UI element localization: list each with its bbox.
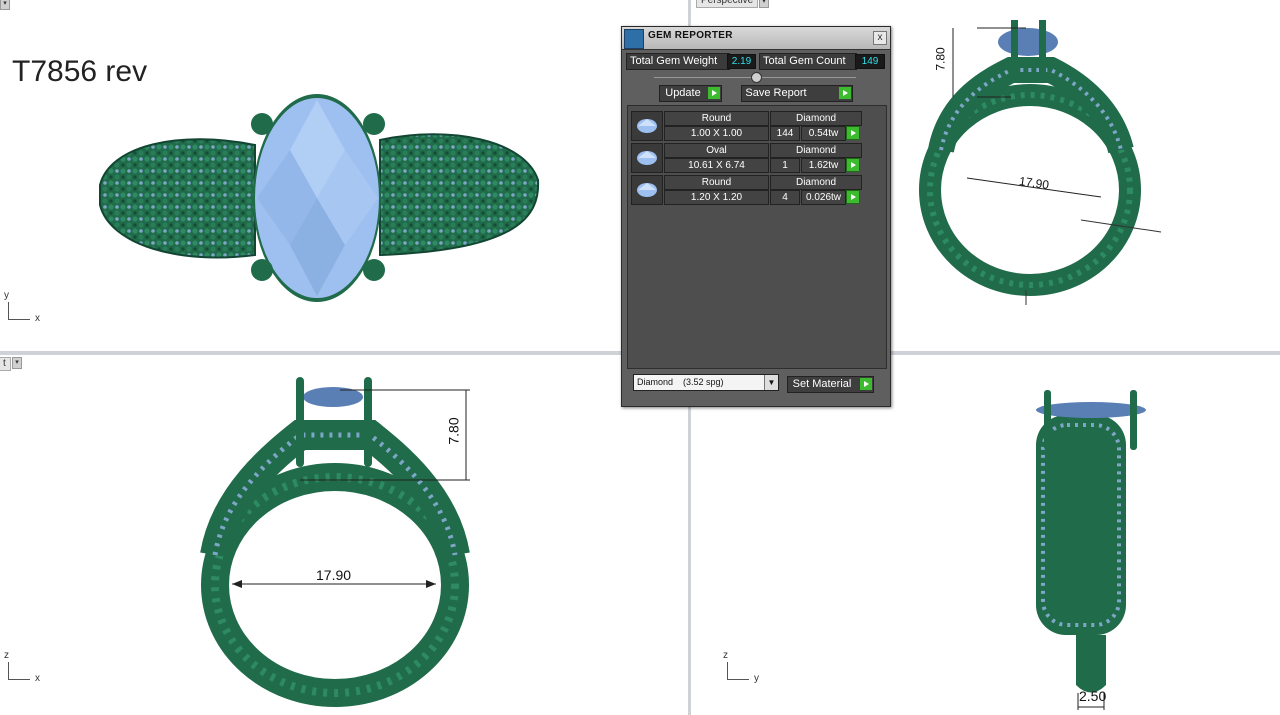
axis-x-label: x (35, 313, 40, 324)
gem-weight: 1.62tw (801, 158, 846, 173)
gem-shape: Oval (664, 143, 769, 158)
gem-shape: Round (664, 111, 769, 126)
save-report-button-label: Save Report (745, 87, 807, 99)
material-select-value: Diamond (3.52 spg) (637, 377, 724, 387)
dim-height-label: 7.80 (445, 417, 462, 445)
material-select[interactable]: Diamond (3.52 spg) ▼ (633, 374, 779, 391)
dim-width-label: 2.50 (1079, 688, 1107, 704)
axis-y-label: y (754, 673, 759, 684)
gem-reporter-title: GEM REPORTER (648, 30, 733, 41)
gem-weight: 0.54tw (801, 126, 846, 141)
update-button[interactable]: Update (659, 85, 722, 102)
play-arrow-icon (708, 87, 720, 99)
ring-top-view (99, 94, 540, 302)
ring-side-view (1036, 390, 1146, 710)
gem-count: 144 (770, 126, 800, 141)
total-gem-weight-label: Total Gem Weight (626, 53, 730, 70)
gem-shape: Round (664, 175, 769, 190)
gem-weight: 0.026tw (801, 190, 846, 205)
total-gem-weight-value: 2.19 (727, 54, 756, 69)
gem-material: Diamond (770, 111, 862, 126)
chevron-down-icon[interactable]: ▼ (764, 375, 778, 390)
axis-indicator-right: z y (723, 650, 759, 684)
play-arrow-icon (839, 87, 851, 99)
gem-reporter-icon (624, 29, 644, 49)
panel-splitter-knob[interactable] (751, 72, 762, 83)
gem-size: 1.00 X 1.00 (664, 126, 769, 141)
gem-list: Round Diamond 1.00 X 1.00 144 0.54tw Ova… (627, 105, 887, 369)
viewport-right[interactable]: 2.50 z y (691, 355, 1280, 715)
gem-material: Diamond (770, 143, 862, 158)
set-material-button[interactable]: Set Material (787, 376, 874, 393)
gem-material: Diamond (770, 175, 862, 190)
gem-count: 1 (770, 158, 800, 173)
viewport-front[interactable]: t ▾ 7.80 17.90 z x (0, 355, 688, 715)
gem-count: 4 (770, 190, 800, 205)
axis-x-label: x (35, 673, 40, 684)
gem-row-arrow-icon[interactable] (846, 158, 860, 172)
save-report-button[interactable]: Save Report (741, 85, 853, 102)
gem-thumbnail-icon (631, 175, 663, 205)
set-material-button-label: Set Material (792, 378, 852, 390)
dim-width-label: 17.90 (316, 567, 352, 583)
gem-reporter-panel: GEM REPORTER x Total Gem Weight 2.19 Tot… (621, 26, 891, 407)
gem-row[interactable]: Round Diamond 1.20 X 1.20 4 0.026tw (631, 175, 865, 205)
ring-front-view (200, 377, 470, 707)
dim-height-label: 7.80 (933, 47, 948, 71)
gem-reporter-titlebar[interactable]: GEM REPORTER x (622, 27, 890, 50)
total-gem-count-label: Total Gem Count (759, 53, 857, 70)
gem-row[interactable]: Round Diamond 1.00 X 1.00 144 0.54tw (631, 111, 865, 141)
update-button-label: Update (665, 87, 701, 99)
axis-indicator-top: y x (4, 290, 40, 324)
gem-row[interactable]: Oval Diamond 10.61 X 6.74 1 1.62tw (631, 143, 865, 173)
axis-z-label: z (723, 650, 728, 661)
gem-row-arrow-icon[interactable] (846, 126, 860, 140)
gem-row-arrow-icon[interactable] (846, 190, 860, 204)
axis-y-label: y (4, 290, 9, 301)
total-gem-count-value: 149 (855, 54, 885, 69)
viewport-top[interactable]: ▾ T7856 rev y x (0, 0, 688, 351)
axis-z-label: z (4, 650, 9, 661)
gem-size: 10.61 X 6.74 (664, 158, 769, 173)
close-icon[interactable]: x (873, 31, 887, 45)
play-arrow-icon (860, 378, 872, 390)
gem-thumbnail-icon (631, 143, 663, 173)
gem-thumbnail-icon (631, 111, 663, 141)
gem-size: 1.20 X 1.20 (664, 190, 769, 205)
axis-indicator-front: z x (4, 650, 40, 684)
